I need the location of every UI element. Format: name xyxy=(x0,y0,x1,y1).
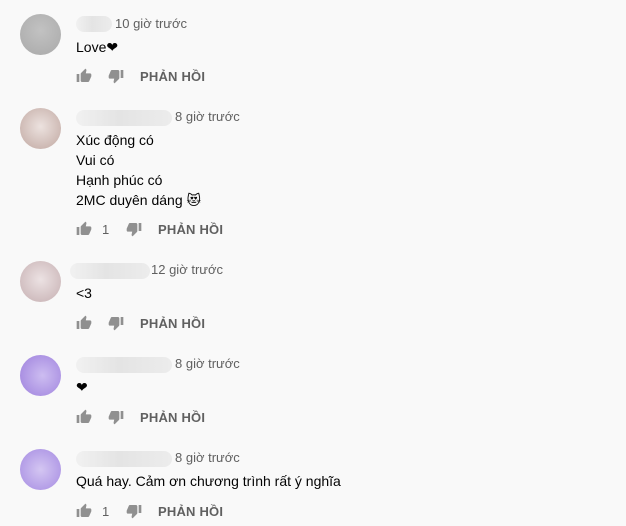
comment-actions: 1 PHẢN HỒI xyxy=(76,219,223,239)
comment-line: 2MC duyên dáng 😻 xyxy=(76,192,202,208)
reply-button[interactable]: PHẢN HỒI xyxy=(158,222,223,237)
comment-actions: 1 PHẢN HỒI xyxy=(76,501,223,521)
comment-time[interactable]: 12 giờ trước xyxy=(151,261,223,279)
comment-line: ❤ xyxy=(76,379,88,395)
avatar[interactable] xyxy=(20,261,61,302)
author-name-redacted[interactable] xyxy=(76,110,172,126)
comment-line: Love❤ xyxy=(76,39,119,55)
comment-item: 12 giờ trước <3 PHẢN HỒI xyxy=(0,261,626,341)
comment-text: Quá hay. Cảm ơn chương trình rất ý nghĩa xyxy=(76,471,341,491)
like-count: 1 xyxy=(102,221,110,237)
thumb-up-icon[interactable] xyxy=(76,409,92,425)
comment-line: Hạnh phúc có xyxy=(76,172,163,188)
comment-item: 8 giờ trước Quá hay. Cảm ơn chương trình… xyxy=(0,449,626,525)
comment-text: <3 xyxy=(76,283,92,303)
comment-line: Quá hay. Cảm ơn chương trình rất ý nghĩa xyxy=(76,473,341,489)
comment-actions: PHẢN HỒI xyxy=(76,407,205,427)
comment-text: Xúc động có Vui có Hạnh phúc có 2MC duyê… xyxy=(76,130,201,210)
reply-button[interactable]: PHẢN HỒI xyxy=(140,410,205,425)
thumb-up-icon[interactable] xyxy=(76,221,92,237)
comment-line: Xúc động có xyxy=(76,132,154,148)
comment-time[interactable]: 8 giờ trước xyxy=(175,108,240,126)
comment-item: 10 giờ trước Love❤ PHẢN HỒI xyxy=(0,14,626,94)
comment-time[interactable]: 10 giờ trước xyxy=(115,15,187,33)
thumb-down-icon[interactable] xyxy=(126,221,142,237)
comment-line: Vui có xyxy=(76,152,115,168)
avatar[interactable] xyxy=(20,355,61,396)
comment-actions: PHẢN HỒI xyxy=(76,66,205,86)
thumb-up-icon[interactable] xyxy=(76,68,92,84)
reply-button[interactable]: PHẢN HỒI xyxy=(140,69,205,84)
thumb-down-icon[interactable] xyxy=(108,68,124,84)
comment-time[interactable]: 8 giờ trước xyxy=(175,449,240,467)
thumb-up-icon[interactable] xyxy=(76,315,92,331)
comment-item: 8 giờ trước Xúc động có Vui có Hạnh phúc… xyxy=(0,108,626,248)
thumb-down-icon[interactable] xyxy=(108,409,124,425)
avatar[interactable] xyxy=(20,449,61,490)
reply-button[interactable]: PHẢN HỒI xyxy=(158,504,223,519)
like-count: 1 xyxy=(102,503,110,519)
author-name-redacted[interactable] xyxy=(76,16,112,32)
author-name-redacted[interactable] xyxy=(76,451,172,467)
author-name-redacted[interactable] xyxy=(70,263,150,279)
thumb-down-icon[interactable] xyxy=(126,503,142,519)
comment-item: 8 giờ trước ❤ PHẢN HỒI xyxy=(0,355,626,435)
thumb-up-icon[interactable] xyxy=(76,503,92,519)
comment-text: ❤ xyxy=(76,377,88,397)
comment-text: Love❤ xyxy=(76,37,118,57)
comment-line: <3 xyxy=(76,285,92,301)
avatar[interactable] xyxy=(20,108,61,149)
comment-actions: PHẢN HỒI xyxy=(76,313,205,333)
author-name-redacted[interactable] xyxy=(76,357,172,373)
avatar[interactable] xyxy=(20,14,61,55)
comment-time[interactable]: 8 giờ trước xyxy=(175,355,240,373)
reply-button[interactable]: PHẢN HỒI xyxy=(140,316,205,331)
thumb-down-icon[interactable] xyxy=(108,315,124,331)
